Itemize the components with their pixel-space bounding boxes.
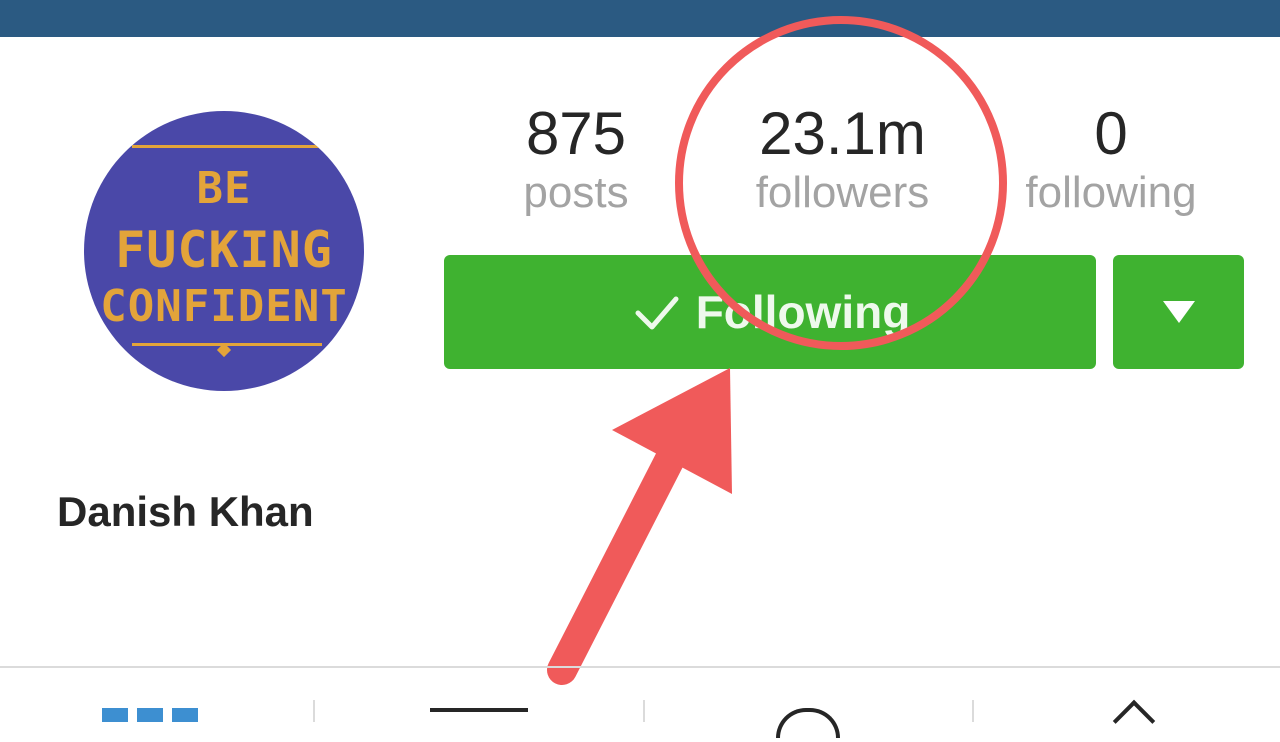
followers-count: 23.1m: [759, 100, 926, 167]
avatar-line-3: CONFIDENT: [100, 281, 348, 332]
checkmark-icon: [635, 296, 679, 330]
tab-bar: [0, 666, 1280, 742]
top-bar: [0, 0, 1280, 37]
person-tag-icon[interactable]: [776, 708, 840, 738]
tab-separator: [643, 700, 645, 722]
avatar-rule-top: [132, 145, 322, 148]
triangle-down-icon: [1162, 301, 1195, 323]
arrow-head: [612, 368, 732, 494]
list-icon[interactable]: [430, 708, 528, 712]
arrow-shaft: [547, 405, 705, 685]
following-count: 0: [1094, 100, 1128, 167]
posts-label: posts: [523, 168, 629, 217]
following-label: following: [1025, 168, 1197, 217]
profile-avatar[interactable]: BE FUCKING CONFIDENT: [84, 111, 364, 391]
avatar-line-2: FUCKING: [115, 221, 333, 279]
tab-separator: [972, 700, 974, 722]
followers-stat[interactable]: 23.1m followers: [730, 100, 955, 218]
profile-name: Danish Khan: [57, 488, 314, 535]
following-stat[interactable]: 0 following: [1006, 100, 1216, 218]
posts-count: 875: [525, 100, 627, 167]
followers-label: followers: [755, 168, 930, 217]
tab-separator: [313, 700, 315, 722]
dropdown-button[interactable]: [1113, 255, 1244, 369]
bookmark-icon[interactable]: [1112, 699, 1156, 742]
following-button[interactable]: Following: [444, 255, 1096, 369]
following-button-label: Following: [695, 286, 911, 338]
avatar-line-1: BE: [196, 163, 252, 214]
posts-stat[interactable]: 875 posts: [505, 100, 647, 218]
